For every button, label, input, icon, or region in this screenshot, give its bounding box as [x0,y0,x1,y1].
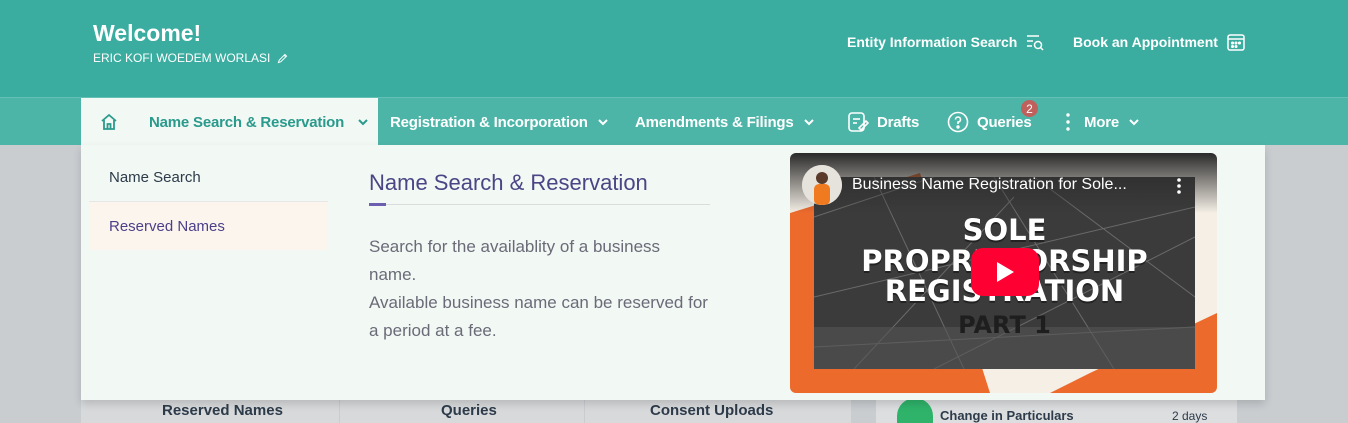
calendar-icon [1227,34,1245,51]
play-button[interactable] [971,248,1039,296]
chevron-down-icon [358,119,368,126]
title-underline [369,204,710,205]
welcome-title: Welcome! [93,20,202,46]
nav-amendments-label: Amendments & Filings [635,113,794,131]
nav-more-label: More [1084,113,1120,131]
search-list-icon [1027,35,1044,51]
help-circle-icon [947,111,969,133]
chevron-down-icon [803,119,814,126]
consent-uploads-card-label: Consent Uploads [650,402,774,419]
caption-line-4: PART 1 [958,311,1051,339]
nav-name-search-label: Name Search & Reservation [149,113,345,131]
caption-line-1: SOLE [962,213,1047,247]
home-icon [101,113,117,130]
dropdown-link-name-search[interactable]: Name Search [89,153,328,201]
reserved-names-card-label: Reserved Names [162,402,283,419]
top-header: Welcome! ERIC KOFI WOEDEM WORLASI Entity… [0,0,1348,97]
name-search-dropdown: Name Search Reserved Names Name Search &… [81,145,1265,400]
home-nav-button[interactable] [81,98,137,146]
more-vertical-icon [1066,113,1070,131]
activity-time: 2 days [1172,409,1208,423]
title-accent [369,203,386,206]
main-nav: Name Search & Reservation Registration &… [0,97,1348,146]
nav-drafts-label: Drafts [877,113,920,131]
channel-avatar-image [802,165,842,205]
nav-registration-incorporation[interactable]: Registration & Incorporation [390,98,610,146]
dropdown-link-reserved-names[interactable]: Reserved Names [89,202,328,250]
description-line-2: Available business name can be reserved … [369,293,708,340]
channel-avatar[interactable] [802,165,842,205]
nav-amendments-filings[interactable]: Amendments & Filings [635,98,816,146]
video-more-icon[interactable] [1176,177,1182,195]
queries-count-badge: 2 [1019,98,1040,119]
book-appointment-link[interactable]: Book an Appointment [1073,32,1246,52]
play-icon [997,262,1014,282]
user-name: ERIC KOFI WOEDEM WORLASI [93,51,289,65]
nav-drafts[interactable]: Drafts [847,98,919,146]
activity-label: Change in Particulars [940,408,1074,423]
edit-pencil-icon[interactable] [276,52,289,65]
description-line-1: Search for the availablity of a business… [369,237,661,284]
youtube-video-embed[interactable]: Business Name Registration for Sole... S… [790,153,1217,393]
chevron-down-icon [1129,119,1139,126]
nav-name-search-reservation[interactable]: Name Search & Reservation [137,98,378,146]
dropdown-title: Name Search & Reservation [369,170,648,195]
queries-card-label: Queries [441,402,497,419]
entity-information-search-label: Entity Information Search [847,34,1018,50]
chevron-down-icon [598,119,608,126]
user-name-text: ERIC KOFI WOEDEM WORLASI [93,51,271,65]
nav-registration-label: Registration & Incorporation [390,113,588,131]
drafts-icon [848,112,869,132]
nav-more[interactable]: More [1064,98,1141,146]
dropdown-description: Search for the availablity of a business… [369,233,709,345]
video-title[interactable]: Business Name Registration for Sole... [852,176,1127,194]
book-appointment-label: Book an Appointment [1073,34,1218,50]
entity-information-search-link[interactable]: Entity Information Search [847,32,1045,52]
